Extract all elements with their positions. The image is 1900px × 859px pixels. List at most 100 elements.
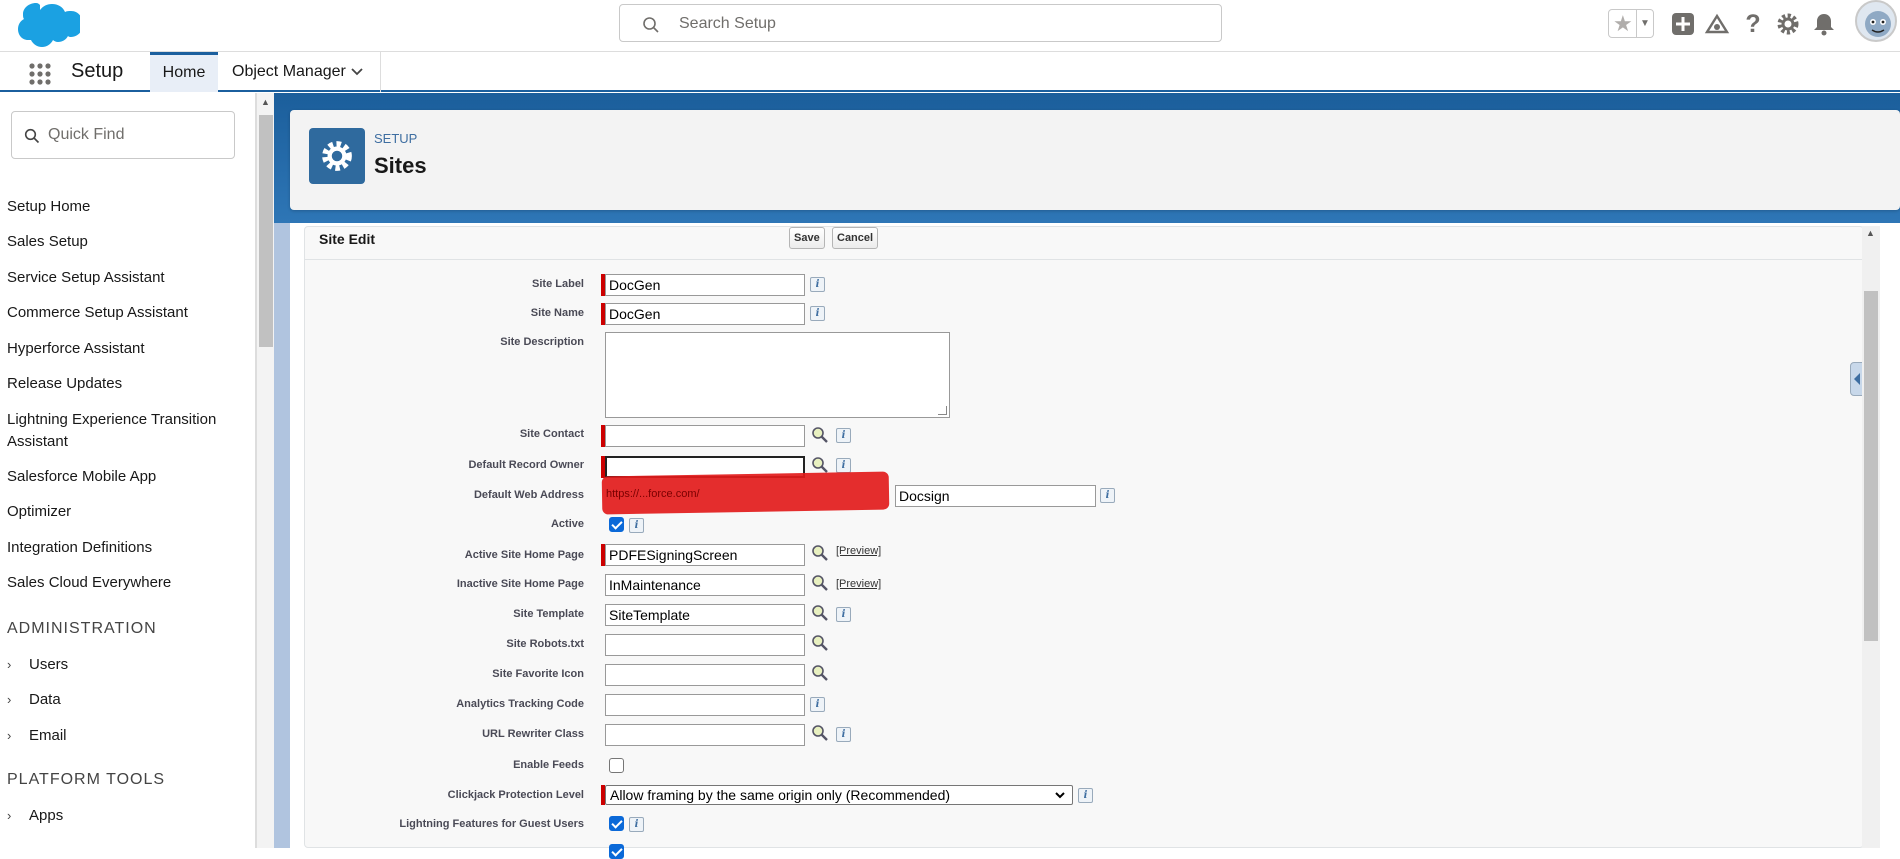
sidebar-item-commerce-setup-assistant[interactable]: Commerce Setup Assistant — [7, 302, 247, 324]
sidebar-scrollbar-thumb[interactable] — [259, 115, 273, 347]
sidebar-item-lightning-transition-assistant[interactable]: Lightning Experience Transition Assistan… — [7, 409, 247, 453]
sidebar-item-data[interactable]: › Data — [7, 691, 61, 708]
favorites-button[interactable]: ★ ▼ — [1608, 9, 1654, 38]
notifications-bell-icon[interactable] — [1809, 9, 1839, 39]
info-icon[interactable]: i — [810, 306, 825, 321]
clickjack-protection-select[interactable]: Allow framing by the same origin only (R… — [605, 785, 1073, 805]
info-icon[interactable]: i — [1078, 788, 1093, 803]
app-launcher-icon[interactable] — [28, 62, 52, 86]
info-icon[interactable]: i — [629, 518, 644, 533]
trailhead-icon[interactable] — [1702, 9, 1732, 39]
sidebar-item-release-updates[interactable]: Release Updates — [7, 373, 247, 395]
search-icon — [24, 128, 40, 144]
tab-home[interactable]: Home — [150, 52, 218, 92]
site-description-textarea[interactable] — [605, 332, 950, 418]
redacted-domain-prefix: https://...force.com/ — [606, 488, 700, 500]
help-icon[interactable]: ? — [1738, 9, 1768, 39]
gear-icon[interactable] — [1773, 9, 1803, 39]
site-template-input[interactable]: SiteTemplate — [605, 604, 805, 626]
sidebar-item-apps[interactable]: › Apps — [7, 807, 63, 824]
sidebar-item-users-label: Users — [29, 656, 69, 673]
info-icon[interactable]: i — [836, 607, 851, 622]
tab-object-manager[interactable]: Object Manager — [218, 52, 381, 92]
sidebar-item-integration-definitions[interactable]: Integration Definitions — [7, 537, 247, 559]
lookup-icon[interactable] — [811, 664, 829, 682]
form-title: Site Edit — [319, 231, 376, 247]
preview-active-link[interactable]: [Preview] — [836, 545, 881, 557]
salesforce-logo[interactable] — [12, 2, 80, 48]
cancel-button[interactable]: Cancel — [832, 227, 879, 249]
tab-object-manager-label: Object Manager — [232, 63, 346, 80]
inactive-home-page-input[interactable]: InMaintenance — [605, 574, 805, 596]
sidebar-item-users[interactable]: › Users — [7, 656, 68, 673]
setup-search[interactable]: Search Setup — [619, 4, 1222, 42]
app-nav-bar: Setup Home Object Manager — [0, 52, 1900, 92]
info-icon[interactable]: i — [836, 458, 851, 473]
lookup-icon[interactable] — [811, 426, 829, 444]
sidebar-item-sales-cloud-everywhere[interactable]: Sales Cloud Everywhere — [7, 572, 247, 594]
info-icon[interactable]: i — [810, 277, 825, 292]
clickjack-protection-label: Clickjack Protection Level — [447, 789, 584, 801]
site-contact-label: Site Contact — [519, 428, 584, 440]
sidebar-item-sales-setup[interactable]: Sales Setup — [7, 231, 247, 253]
lookup-icon[interactable] — [811, 604, 829, 622]
preview-inactive-link[interactable]: [Preview] — [836, 578, 881, 590]
chevron-down-icon[interactable] — [1054, 786, 1066, 810]
active-checkbox[interactable] — [609, 517, 624, 532]
active-label: Active — [550, 518, 584, 530]
sidebar-item-setup-home[interactable]: Setup Home — [7, 196, 247, 218]
add-icon[interactable] — [1668, 9, 1698, 39]
info-icon[interactable]: i — [629, 817, 644, 832]
save-button[interactable]: Save — [789, 227, 825, 249]
quick-find-input[interactable]: Quick Find — [11, 111, 235, 159]
info-icon[interactable]: i — [810, 697, 825, 712]
clickjack-selected-value: Allow framing by the same origin only (R… — [610, 787, 951, 803]
url-rewriter-label: URL Rewriter Class — [482, 728, 584, 740]
inactive-home-page-label: Inactive Site Home Page — [456, 578, 584, 590]
info-icon[interactable]: i — [1100, 488, 1115, 503]
main-scrollbar-thumb[interactable] — [1864, 291, 1878, 641]
favorites-star-icon[interactable]: ★ — [1613, 10, 1633, 38]
sidebar-item-service-setup-assistant[interactable]: Service Setup Assistant — [7, 267, 247, 289]
site-label-input[interactable]: DocGen — [605, 274, 805, 296]
page-eyebrow: SETUP — [374, 131, 418, 146]
favorites-dropdown-icon[interactable]: ▼ — [1636, 10, 1653, 37]
lookup-icon[interactable] — [811, 724, 829, 742]
sidebar-item-optimizer[interactable]: Optimizer — [7, 501, 247, 523]
avatar[interactable] — [1855, 0, 1897, 42]
active-home-page-label: Active Site Home Page — [464, 549, 584, 561]
search-placeholder: Search Setup — [679, 15, 776, 32]
lookup-icon[interactable] — [811, 456, 829, 474]
sidebar-item-email-label: Email — [29, 727, 67, 744]
chevron-right-icon: › — [7, 692, 12, 707]
scroll-up-arrow-icon[interactable]: ▲ — [1866, 228, 1875, 238]
sidebar-scrollbar[interactable]: ▲ — [256, 93, 274, 848]
analytics-tracking-input[interactable] — [605, 694, 805, 716]
scroll-up-arrow-icon[interactable]: ▲ — [261, 97, 270, 107]
analytics-tracking-label: Analytics Tracking Code — [456, 698, 584, 710]
lookup-icon[interactable] — [811, 574, 829, 592]
sidebar-item-hyperforce-assistant[interactable]: Hyperforce Assistant — [7, 338, 247, 360]
site-description-label: Site Description — [500, 336, 584, 348]
next-field-checkbox[interactable] — [609, 844, 624, 859]
chevron-right-icon: › — [7, 657, 12, 672]
web-address-path-input[interactable]: Docsign — [895, 485, 1096, 507]
lightning-guest-checkbox[interactable] — [609, 816, 624, 831]
site-contact-input[interactable] — [605, 425, 805, 447]
default-web-address-label: Default Web Address — [473, 489, 584, 501]
enable-feeds-checkbox[interactable] — [609, 758, 624, 773]
sidebar-item-email[interactable]: › Email — [7, 727, 67, 744]
info-icon[interactable]: i — [836, 428, 851, 443]
default-record-owner-label: Default Record Owner — [468, 459, 584, 471]
lookup-icon[interactable] — [811, 544, 829, 562]
info-icon[interactable]: i — [836, 727, 851, 742]
main-scrollbar[interactable]: ▲ — [1862, 226, 1880, 848]
site-robots-input[interactable] — [605, 634, 805, 656]
site-name-input[interactable]: DocGen — [605, 303, 805, 325]
active-home-page-input[interactable]: PDFESigningScreen — [605, 544, 805, 566]
lookup-icon[interactable] — [811, 634, 829, 652]
site-favorite-icon-input[interactable] — [605, 664, 805, 686]
sidebar-item-salesforce-mobile-app[interactable]: Salesforce Mobile App — [7, 466, 247, 488]
url-rewriter-input[interactable] — [605, 724, 805, 746]
search-icon — [643, 17, 659, 33]
